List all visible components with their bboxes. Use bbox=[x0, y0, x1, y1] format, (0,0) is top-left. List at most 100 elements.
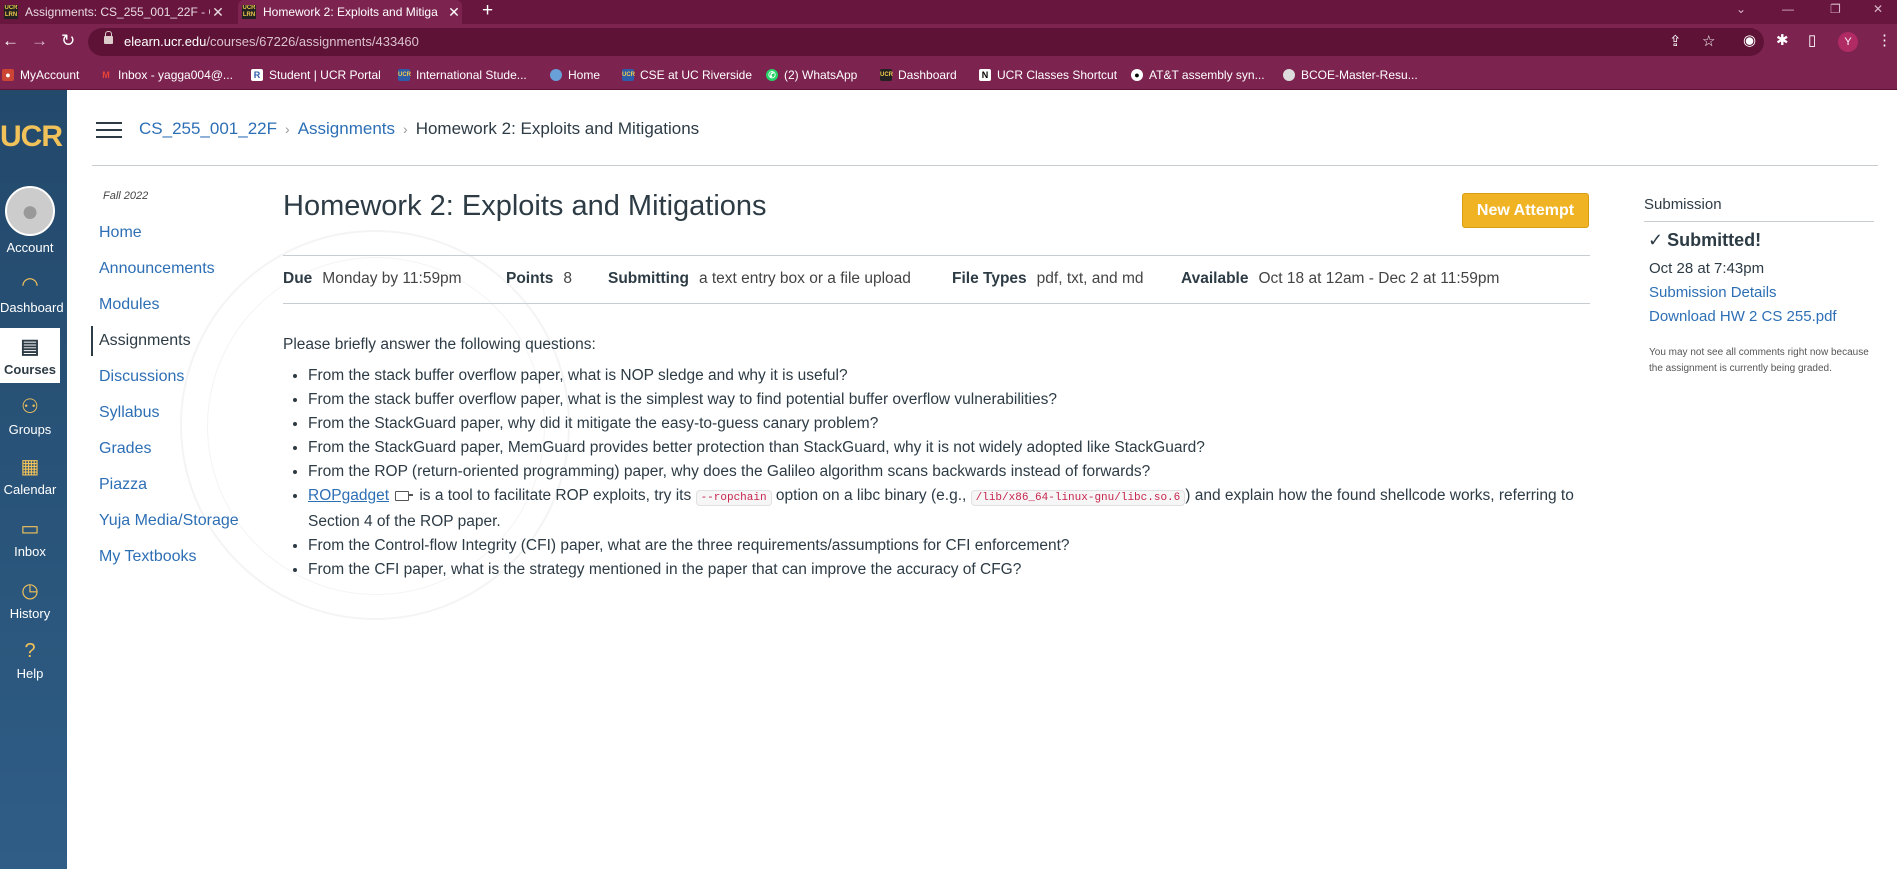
list-item: From the StackGuard paper, why did it mi… bbox=[308, 412, 1593, 436]
bookmark-student-portal[interactable]: R Student | UCR Portal bbox=[251, 68, 381, 82]
ucr-learn-icon: UCR LRN bbox=[242, 5, 256, 19]
browser-tab-assignments[interactable]: UCR LRN Assignments: CS_255_001_22F - C … bbox=[4, 0, 226, 24]
tab-search-icon[interactable]: ⌄ bbox=[1736, 2, 1746, 16]
close-icon[interactable]: ✕ bbox=[210, 4, 226, 21]
question-list: From the stack buffer overflow paper, wh… bbox=[283, 364, 1593, 582]
course-nav-textbooks[interactable]: My Textbooks bbox=[91, 542, 261, 572]
detail-file-types: File Types pdf, txt, and md bbox=[952, 270, 1144, 287]
course-nav-grades[interactable]: Grades bbox=[91, 434, 261, 464]
course-nav-yuja[interactable]: Yuja Media/Storage bbox=[91, 506, 261, 536]
submission-heading: Submission bbox=[1644, 196, 1874, 222]
ucr-learn-icon: UCR bbox=[880, 69, 893, 81]
global-nav-courses[interactable]: ▤ Courses bbox=[0, 328, 60, 383]
detail-points: Points 8 bbox=[506, 270, 572, 287]
global-nav-inbox[interactable]: ▭ Inbox bbox=[0, 518, 60, 559]
global-nav-account[interactable]: ● Account bbox=[0, 186, 60, 255]
ropgadget-link[interactable]: ROPgadget bbox=[308, 487, 389, 504]
url-host: elearn.ucr.edu bbox=[124, 34, 207, 49]
forward-icon[interactable]: → bbox=[31, 32, 48, 50]
url-bar[interactable]: elearn.ucr.edu/courses/67226/assignments… bbox=[88, 28, 1764, 56]
course-nav-discussions[interactable]: Discussions bbox=[91, 362, 261, 392]
global-nav-help[interactable]: ? Help bbox=[0, 640, 60, 681]
password-manager-icon[interactable]: ◉ bbox=[1743, 32, 1756, 50]
bookmark-dashboard[interactable]: UCR Dashboard bbox=[880, 68, 957, 82]
web-icon bbox=[1283, 69, 1295, 81]
breadcrumb-current: Homework 2: Exploits and Mitigations bbox=[415, 119, 700, 138]
global-nav-dashboard[interactable]: ◠ Dashboard bbox=[0, 274, 64, 315]
minimize-icon[interactable]: — bbox=[1782, 2, 1794, 16]
course-nav-syllabus[interactable]: Syllabus bbox=[91, 398, 261, 428]
course-nav-modules[interactable]: Modules bbox=[91, 290, 261, 320]
list-item: From the stack buffer overflow paper, wh… bbox=[308, 364, 1593, 388]
list-item: From the CFI paper, what is the strategy… bbox=[308, 558, 1593, 582]
new-attempt-button[interactable]: New Attempt bbox=[1462, 193, 1589, 228]
bookmark-classes-shortcut[interactable]: N UCR Classes Shortcut bbox=[979, 68, 1117, 82]
global-nav-groups[interactable]: ⚇ Groups bbox=[0, 396, 60, 437]
bookmark-international[interactable]: UCR International Stude... bbox=[398, 68, 527, 82]
global-nav-history[interactable]: ◷ History bbox=[0, 580, 60, 621]
star-icon[interactable]: ☆ bbox=[1702, 33, 1715, 51]
breadcrumb-course[interactable]: CS_255_001_22F bbox=[139, 119, 277, 138]
restore-icon[interactable]: ❐ bbox=[1830, 2, 1841, 16]
course-nav-home[interactable]: Home bbox=[91, 218, 261, 248]
bookmark-whatsapp[interactable]: ✆ (2) WhatsApp bbox=[766, 68, 857, 82]
list-item: From the Control-flow Integrity (CFI) pa… bbox=[308, 534, 1593, 558]
bookmark-myaccount[interactable]: ● MyAccount bbox=[2, 68, 79, 82]
ucr-icon: UCR bbox=[622, 69, 635, 81]
course-menu-toggle[interactable] bbox=[96, 122, 122, 138]
help-icon: ? bbox=[24, 640, 36, 662]
course-navigation: Fall 2022 Home Announcements Modules Ass… bbox=[91, 190, 261, 578]
url-path: /courses/67226/assignments/433460 bbox=[206, 34, 419, 49]
assignment-details: Due Monday by 11:59pm Points 8 Submitting a… bbox=[283, 255, 1590, 304]
submission-status: ✓ Submitted! bbox=[1648, 230, 1762, 250]
bookmark-att-assembly[interactable]: ● AT&T assembly syn... bbox=[1131, 68, 1265, 82]
course-nav-piazza[interactable]: Piazza bbox=[91, 470, 261, 500]
course-nav-assignments[interactable]: Assignments bbox=[91, 326, 261, 356]
r-icon: R bbox=[251, 69, 263, 81]
bookmark-home[interactable]: Home bbox=[550, 68, 600, 82]
browser-tab-strip: UCR LRN Assignments: CS_255_001_22F - C … bbox=[0, 0, 1897, 24]
extensions-icon[interactable]: ✱ bbox=[1776, 32, 1789, 50]
list-item: From the ROP (return-oriented programmin… bbox=[308, 460, 1593, 484]
chevron-right-icon: › bbox=[403, 121, 408, 137]
page-title: Homework 2: Exploits and Mitigations bbox=[283, 190, 767, 222]
new-tab-icon[interactable]: + bbox=[482, 1, 493, 21]
ucr-icon: UCR bbox=[398, 69, 411, 81]
side-panel-icon[interactable]: ▯ bbox=[1808, 32, 1816, 50]
bookmark-inbox[interactable]: M Inbox - yagga004@... bbox=[100, 68, 233, 82]
ucr-logo[interactable]: UCR bbox=[0, 120, 63, 154]
url-text[interactable]: elearn.ucr.edu/courses/67226/assignments… bbox=[124, 34, 419, 49]
web-icon: ● bbox=[2, 69, 14, 81]
tab-title: Assignments: CS_255_001_22F - C bbox=[25, 5, 210, 19]
detail-due: Due Monday by 11:59pm bbox=[283, 270, 462, 287]
course-nav-announcements[interactable]: Announcements bbox=[91, 254, 261, 284]
breadcrumb-assignments[interactable]: Assignments bbox=[298, 119, 395, 138]
calendar-icon: ▦ bbox=[20, 456, 40, 478]
description-intro: Please briefly answer the following ques… bbox=[283, 336, 596, 353]
courses-icon: ▤ bbox=[20, 336, 40, 358]
profile-avatar[interactable]: Y bbox=[1838, 32, 1858, 52]
bookmark-bcoe[interactable]: BCOE-Master-Resu... bbox=[1283, 68, 1418, 82]
submission-date: Oct 28 at 7:43pm bbox=[1649, 260, 1765, 277]
share-icon[interactable]: ⇪ bbox=[1669, 33, 1682, 51]
download-submission-link[interactable]: Download HW 2 CS 255.pdf bbox=[1649, 305, 1874, 329]
submission-details-link[interactable]: Submission Details bbox=[1649, 281, 1874, 305]
close-icon[interactable]: ✕ bbox=[446, 4, 462, 21]
list-item: ROPgadget is a tool to facilitate ROP ex… bbox=[308, 484, 1593, 534]
browser-tab-homework[interactable]: UCR LRN Homework 2: Exploits and Mitiga … bbox=[238, 0, 462, 24]
inbox-icon: ▭ bbox=[20, 518, 40, 540]
bookmark-cse[interactable]: UCR CSE at UC Riverside bbox=[622, 68, 752, 82]
global-nav-calendar[interactable]: ▦ Calendar bbox=[0, 456, 60, 497]
term-label: Fall 2022 bbox=[103, 190, 149, 202]
chevron-right-icon: › bbox=[285, 121, 290, 137]
notion-icon: N bbox=[979, 69, 991, 81]
window-close-icon[interactable]: ✕ bbox=[1873, 2, 1883, 16]
breadcrumb: CS_255_001_22F › Assignments › Homework 2: E… bbox=[139, 119, 699, 139]
global-navigation: UCR ● Account ◠ Dashboard ▤ Courses ⚇ Groups… bbox=[0, 90, 67, 869]
menu-icon[interactable]: ⋮ bbox=[1877, 32, 1892, 50]
reload-icon[interactable]: ↻ bbox=[61, 32, 75, 50]
back-icon[interactable]: ← bbox=[2, 32, 19, 50]
github-icon: ● bbox=[1131, 69, 1143, 81]
bookmarks-bar: ● MyAccount M Inbox - yagga004@... R Studen… bbox=[0, 60, 1897, 90]
code-snippet: /lib/x86_64-linux-gnu/libc.so.6 bbox=[970, 490, 1186, 506]
